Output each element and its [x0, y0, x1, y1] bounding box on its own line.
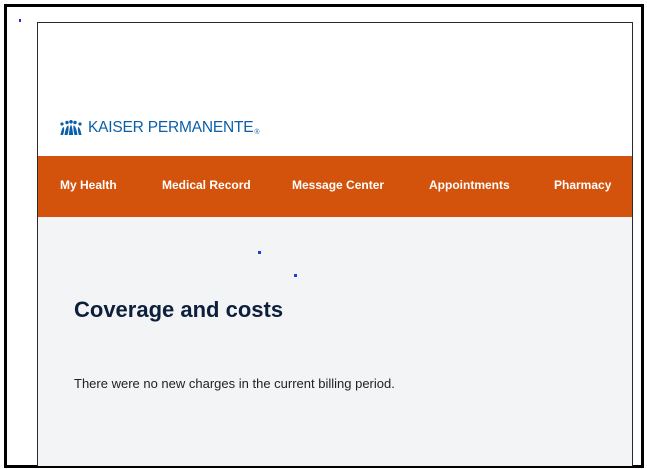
- nav-item-appointments[interactable]: Appointments: [429, 178, 510, 192]
- nav-item-medical-record[interactable]: Medical Record: [162, 178, 251, 192]
- browser-viewport: KAISER PERMANENTE ® My Health Medical Re…: [37, 22, 633, 466]
- registered-mark: ®: [254, 128, 260, 136]
- billing-status-message: There were no new charges in the current…: [74, 376, 395, 391]
- screenshot-frame: KAISER PERMANENTE ® My Health Medical Re…: [4, 4, 644, 468]
- main-navigation: My Health Medical Record Message Center …: [38, 156, 632, 217]
- nav-item-my-health[interactable]: My Health: [60, 178, 117, 192]
- nav-item-pharmacy[interactable]: Pharmacy: [554, 178, 611, 192]
- kaiser-permanente-logo[interactable]: KAISER PERMANENTE ®: [59, 119, 260, 137]
- coverage-content: Coverage and costs There were no new cha…: [38, 217, 632, 466]
- edge-marker: [19, 19, 21, 22]
- page-title: Coverage and costs: [74, 297, 284, 322]
- nav-item-message-center[interactable]: Message Center: [292, 178, 384, 192]
- site-header: KAISER PERMANENTE ®: [38, 23, 632, 156]
- kp-people-icon: [60, 120, 82, 135]
- loading-dot: [294, 274, 297, 277]
- brand-name: KAISER PERMANENTE: [88, 119, 254, 136]
- loading-dot: [258, 251, 261, 254]
